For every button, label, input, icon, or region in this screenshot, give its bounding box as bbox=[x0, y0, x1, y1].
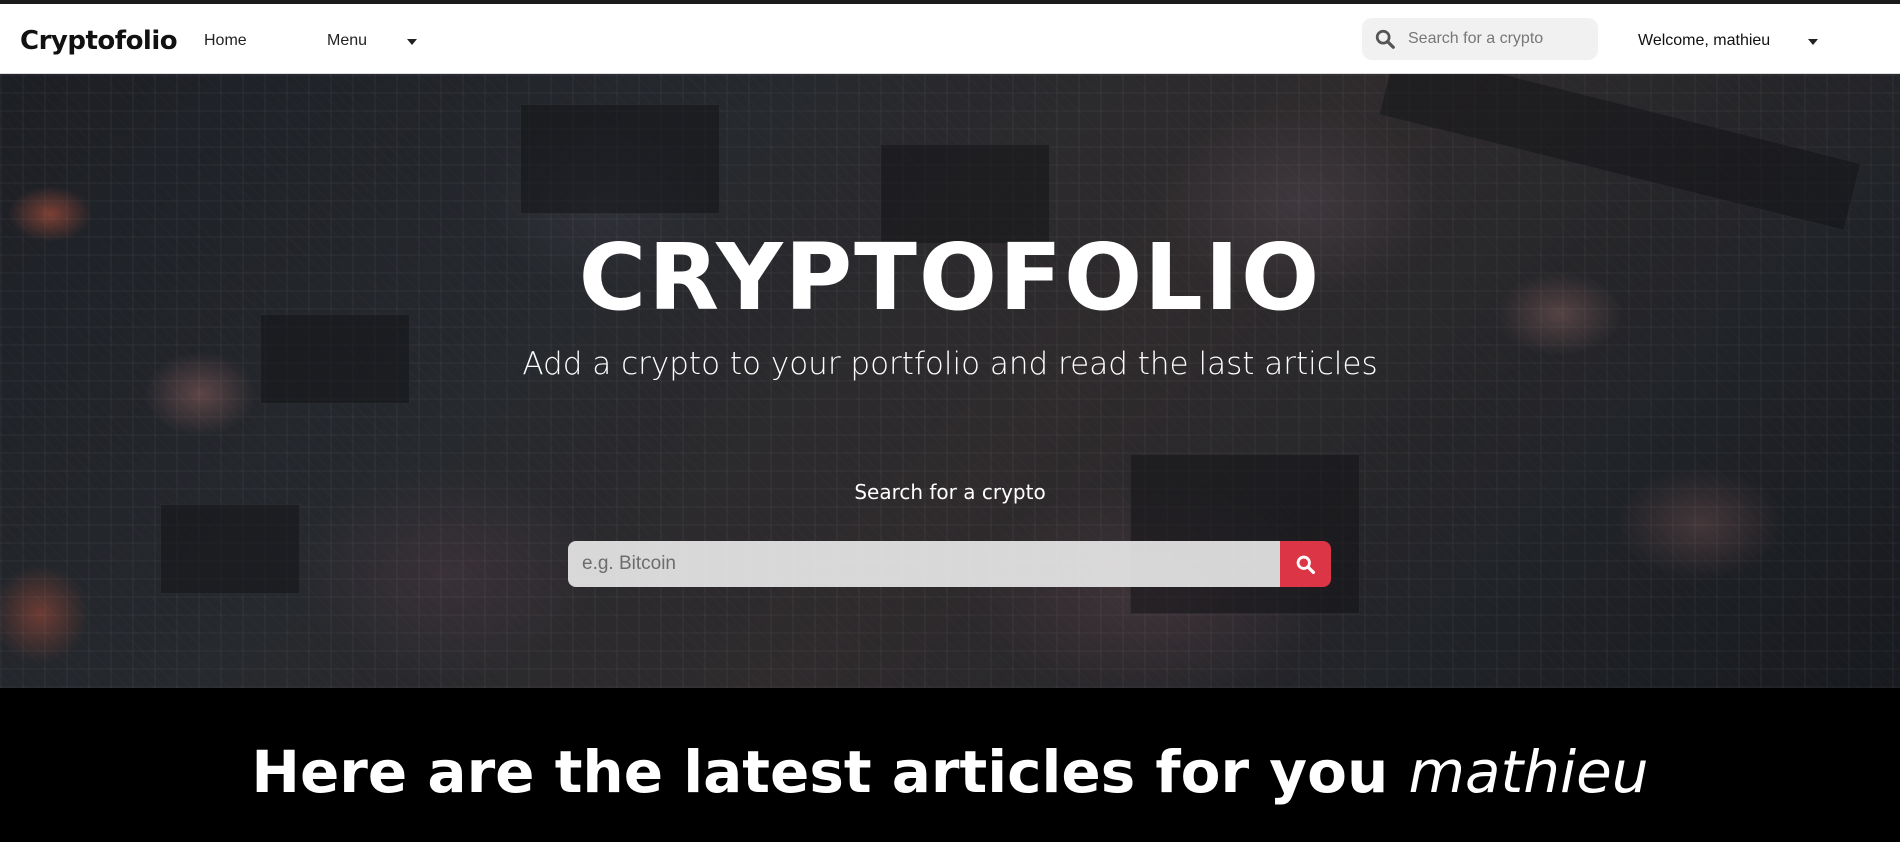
navbar-search-input[interactable] bbox=[1408, 18, 1588, 60]
hero-banner: CRYPTOFOLIO Add a crypto to your portfol… bbox=[0, 74, 1900, 688]
hero-search-label: Search for a crypto bbox=[854, 480, 1046, 504]
top-navbar: Cryptofolio Home Menu Welcome, mathieu bbox=[0, 0, 1900, 74]
nav-home-link[interactable]: Home bbox=[204, 32, 247, 50]
hero-search-button[interactable] bbox=[1280, 541, 1331, 587]
caret-down-icon[interactable] bbox=[407, 39, 417, 45]
articles-heading: Here are the latest articles for you mat… bbox=[0, 738, 1900, 806]
articles-heading-text: Here are the latest articles for you bbox=[251, 738, 1389, 806]
search-icon bbox=[1375, 29, 1395, 49]
search-icon bbox=[1296, 555, 1316, 575]
nav-menu-dropdown[interactable]: Menu bbox=[327, 32, 367, 50]
user-menu-dropdown[interactable]: Welcome, mathieu bbox=[1638, 32, 1770, 50]
navbar-search[interactable] bbox=[1362, 18, 1598, 60]
brand-logo[interactable]: Cryptofolio bbox=[20, 26, 178, 56]
articles-username: mathieu bbox=[1408, 738, 1649, 806]
caret-down-icon[interactable] bbox=[1808, 39, 1818, 45]
hero-search-input[interactable] bbox=[568, 541, 1280, 587]
hero-title: CRYPTOFOLIO bbox=[578, 224, 1322, 331]
hero-content: CRYPTOFOLIO Add a crypto to your portfol… bbox=[0, 74, 1900, 688]
hero-subtitle: Add a crypto to your portfolio and read … bbox=[522, 346, 1378, 382]
